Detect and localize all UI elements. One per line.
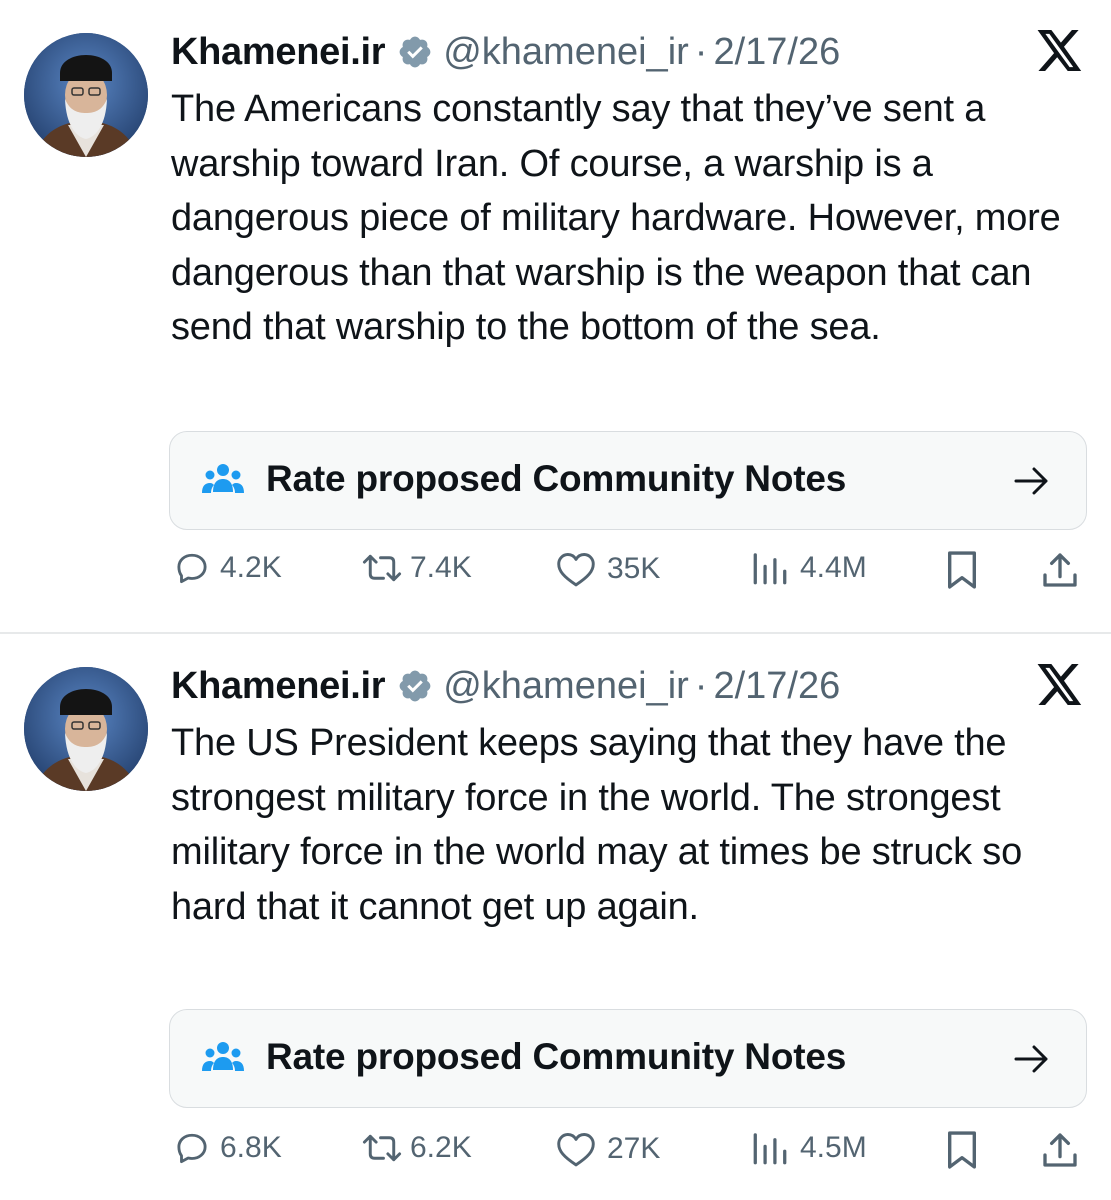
author-handle[interactable]: @khamenei_ir — [443, 31, 689, 74]
community-notes-label: Rate proposed Community Notes — [266, 1036, 847, 1077]
bookmark-icon — [948, 1131, 976, 1169]
repost-count: 6.2K — [410, 1131, 472, 1164]
reply-button[interactable]: 6.8K — [174, 1130, 282, 1166]
community-notes-icon — [202, 1042, 244, 1071]
tweet-actions: 4.2K 7.4K 35K 4.4M — [0, 550, 1111, 602]
rate-community-notes-button[interactable]: Rate proposed Community Notes — [169, 1009, 1087, 1108]
x-logo-icon — [1037, 30, 1082, 72]
arrow-right-icon — [1014, 467, 1048, 495]
reply-count: 6.8K — [220, 1131, 282, 1164]
share-button[interactable] — [1040, 550, 1080, 590]
community-notes-icon — [202, 464, 244, 493]
repost-icon — [362, 1134, 402, 1162]
bookmark-button[interactable] — [943, 1130, 981, 1170]
avatar[interactable] — [24, 667, 148, 791]
like-icon — [557, 553, 595, 587]
arrow-right-icon — [1014, 1045, 1048, 1073]
like-icon — [557, 1133, 595, 1167]
author-handle[interactable]: @khamenei_ir — [443, 665, 689, 708]
views-icon — [753, 1133, 787, 1165]
reply-icon — [177, 1133, 207, 1164]
author-name[interactable]: Khamenei.ir — [171, 31, 386, 74]
repost-count: 7.4K — [410, 551, 472, 584]
x-logo-icon — [1037, 664, 1082, 706]
tweet[interactable]: Khamenei.ir @khamenei_ir · 2/17/26 The U… — [0, 634, 1111, 1200]
author-name[interactable]: Khamenei.ir — [171, 665, 386, 708]
views-button[interactable]: 4.5M — [750, 1130, 867, 1166]
community-notes-label: Rate proposed Community Notes — [266, 458, 847, 499]
avatar[interactable] — [24, 33, 148, 157]
tweet[interactable]: Khamenei.ir @khamenei_ir · 2/17/26 The A… — [0, 0, 1111, 632]
views-icon — [753, 553, 787, 585]
share-icon — [1043, 1133, 1077, 1167]
tweet-header: Khamenei.ir @khamenei_ir · 2/17/26 — [171, 660, 840, 712]
reply-button[interactable]: 4.2K — [174, 550, 282, 586]
rate-community-notes-button[interactable]: Rate proposed Community Notes — [169, 431, 1087, 530]
bookmark-button[interactable] — [943, 550, 981, 590]
views-button[interactable]: 4.4M — [750, 550, 867, 586]
share-button[interactable] — [1040, 1130, 1080, 1170]
repost-button[interactable]: 6.2K — [360, 1130, 472, 1166]
header-separator: · — [694, 30, 708, 73]
repost-button[interactable]: 7.4K — [360, 550, 472, 586]
tweet-date[interactable]: 2/17/26 — [713, 665, 840, 708]
view-count: 4.4M — [800, 551, 867, 584]
like-button[interactable]: 35K — [555, 550, 660, 588]
verified-badge-icon — [399, 36, 431, 68]
tweet-actions: 6.8K 6.2K 27K 4.5M — [0, 1130, 1111, 1182]
header-separator: · — [694, 664, 708, 707]
repost-icon — [362, 554, 402, 582]
share-icon — [1043, 553, 1077, 587]
bookmark-icon — [948, 551, 976, 589]
view-count: 4.5M — [800, 1131, 867, 1164]
tweet-header: Khamenei.ir @khamenei_ir · 2/17/26 — [171, 26, 840, 78]
tweet-date[interactable]: 2/17/26 — [713, 31, 840, 74]
tweet-text: The Americans constantly say that they’v… — [171, 88, 1061, 348]
verified-badge-icon — [399, 670, 431, 702]
tweet-text: The US President keeps saying that they … — [171, 722, 1023, 928]
like-count: 27K — [607, 1132, 661, 1165]
reply-icon — [177, 553, 207, 584]
reply-count: 4.2K — [220, 551, 282, 584]
like-count: 35K — [607, 552, 661, 585]
like-button[interactable]: 27K — [555, 1130, 660, 1168]
